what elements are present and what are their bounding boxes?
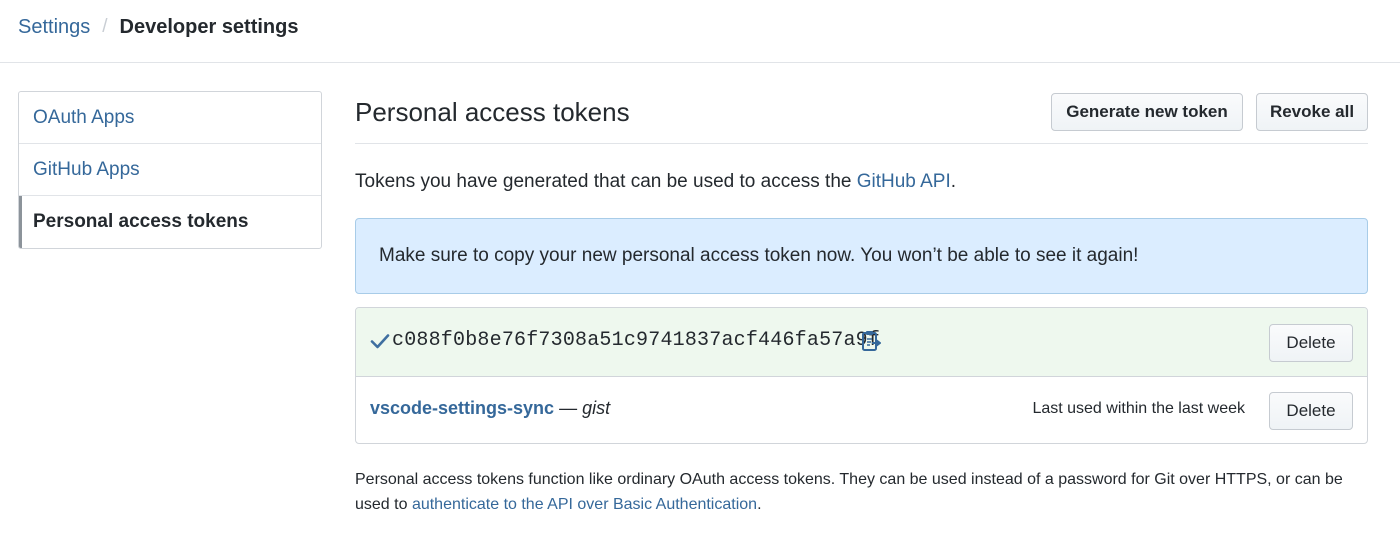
new-token-value[interactable]: c088f0b8e76f7308a51c9741837acf446fa57a9f bbox=[392, 329, 880, 352]
delete-token-button[interactable]: Delete bbox=[1269, 392, 1353, 430]
page-title: Personal access tokens bbox=[355, 97, 630, 127]
footnote-end: . bbox=[757, 496, 762, 513]
header-divider bbox=[0, 62, 1400, 63]
delete-new-token-button[interactable]: Delete bbox=[1269, 324, 1353, 362]
sidebar-item-personal-access-tokens[interactable]: Personal access tokens bbox=[19, 196, 321, 248]
token-name-link[interactable]: vscode-settings-sync bbox=[370, 398, 554, 418]
flash-notice: Make sure to copy your new personal acce… bbox=[355, 218, 1368, 294]
token-row: vscode-settings-sync — gist Last used wi… bbox=[356, 377, 1367, 443]
clipboard-icon[interactable] bbox=[861, 330, 881, 352]
token-separator: — bbox=[559, 398, 578, 418]
generate-new-token-button[interactable]: Generate new token bbox=[1051, 93, 1243, 131]
footnote-text: Personal access tokens function like ord… bbox=[355, 467, 1368, 517]
intro-text: Tokens you have generated that can be us… bbox=[355, 171, 956, 193]
check-icon bbox=[370, 334, 390, 349]
token-scope: gist bbox=[582, 398, 611, 418]
breadcrumb-separator: / bbox=[102, 16, 108, 37]
github-api-link[interactable]: GitHub API bbox=[857, 171, 951, 192]
intro-text-end: . bbox=[950, 171, 957, 192]
token-list: c088f0b8e76f7308a51c9741837acf446fa57a9f… bbox=[355, 307, 1368, 444]
new-token-row: c088f0b8e76f7308a51c9741837acf446fa57a9f… bbox=[356, 308, 1367, 377]
breadcrumb: Settings / Developer settings bbox=[18, 14, 299, 40]
sidebar-item-oauth-apps[interactable]: OAuth Apps bbox=[19, 92, 321, 144]
main-content: Personal access tokens Generate new toke… bbox=[355, 91, 1368, 513]
token-last-used: Last used within the last week bbox=[1032, 400, 1245, 417]
basic-auth-link[interactable]: authenticate to the API over Basic Authe… bbox=[412, 496, 757, 513]
token-description: vscode-settings-sync — gist bbox=[370, 398, 610, 419]
breadcrumb-current: Developer settings bbox=[119, 15, 299, 38]
page-header: Personal access tokens Generate new toke… bbox=[355, 91, 1368, 144]
sidebar-item-github-apps[interactable]: GitHub Apps bbox=[19, 144, 321, 196]
revoke-all-button[interactable]: Revoke all bbox=[1256, 93, 1368, 131]
breadcrumb-settings-link[interactable]: Settings bbox=[18, 16, 90, 39]
intro-text-body: Tokens you have generated that can be us… bbox=[355, 171, 857, 192]
sidebar-menu: OAuth Apps GitHub Apps Personal access t… bbox=[18, 91, 322, 249]
